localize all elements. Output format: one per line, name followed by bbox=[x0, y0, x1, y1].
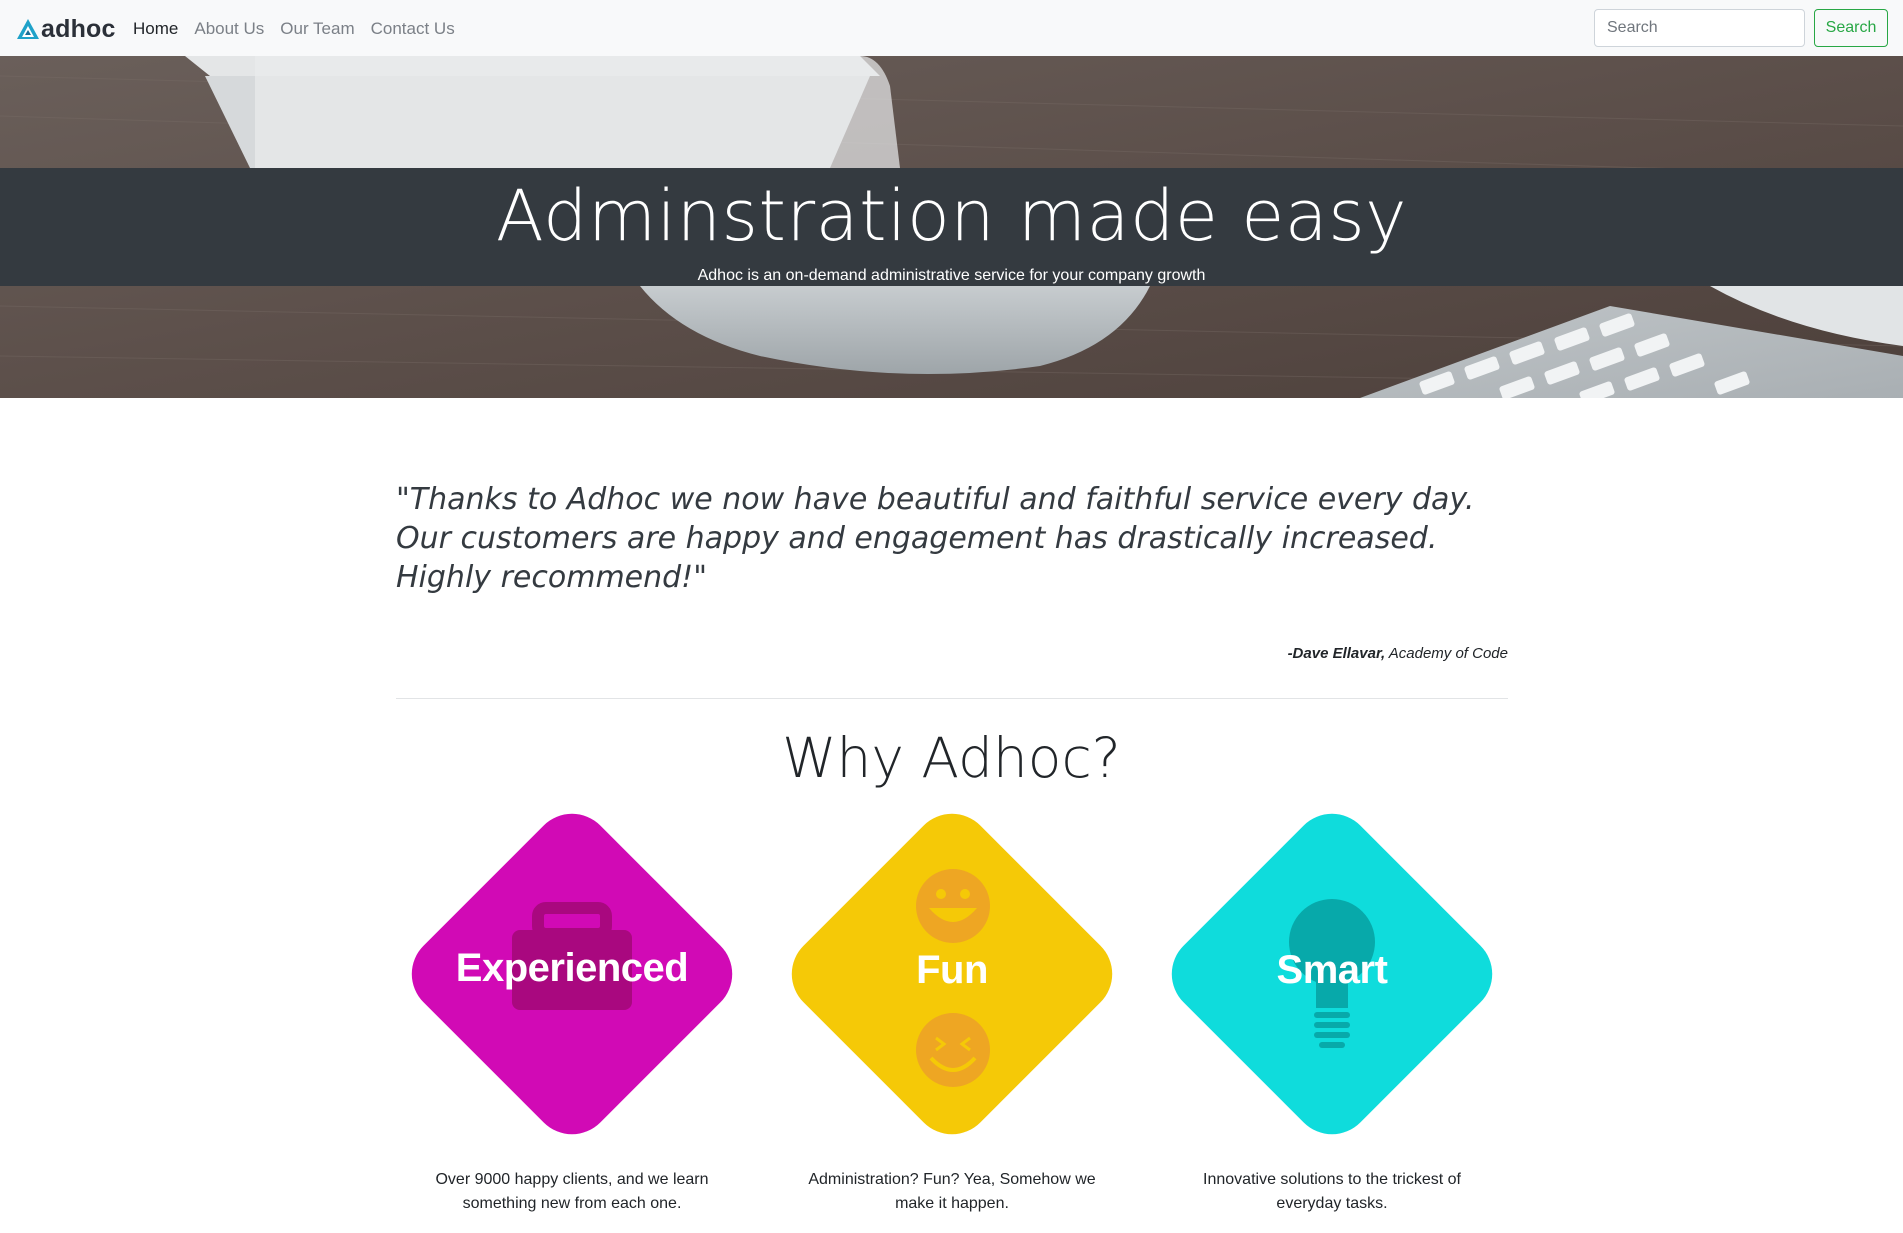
nav-link-our-team[interactable]: Our Team bbox=[272, 18, 362, 40]
feature-description-smart: Innovative solutions to the trickest of … bbox=[1203, 1171, 1461, 1212]
testimonial-author: -Dave Ellavar, bbox=[1287, 645, 1386, 662]
feature-card-smart: Smart bbox=[1155, 797, 1509, 1151]
testimonial-organization: Academy of Code bbox=[1388, 645, 1508, 662]
section-divider bbox=[396, 698, 1508, 699]
hero-subtitle: Adhoc is an on-demand administrative ser… bbox=[697, 267, 1206, 284]
why-section-title: Why Adhoc? bbox=[782, 726, 1121, 790]
nav-link-home[interactable]: Home bbox=[125, 18, 186, 40]
nav-link-about-us[interactable]: About Us bbox=[186, 18, 272, 40]
testimonial-attribution: -Dave Ellavar, Academy of Code bbox=[396, 644, 1508, 664]
hero-banner: Adminstration made easy Adhoc is an on-d… bbox=[0, 56, 1903, 398]
feature-card-fun: Fun bbox=[775, 797, 1129, 1151]
navbar: adhoc Home About Us Our Team Contact Us … bbox=[0, 0, 1903, 56]
nav-menu: Home About Us Our Team Contact Us bbox=[125, 18, 463, 40]
feature-description-fun: Administration? Fun? Yea, Somehow we mak… bbox=[808, 1171, 1096, 1212]
search-button[interactable]: Search bbox=[1814, 9, 1888, 47]
hero-title: Adminstration made easy bbox=[495, 175, 1408, 257]
feature-title: Experienced bbox=[455, 946, 689, 990]
logo-triangle-icon bbox=[17, 19, 39, 39]
brand-logo[interactable]: adhoc bbox=[16, 16, 116, 42]
feature-description-experienced: Over 9000 happy clients, and we learn so… bbox=[435, 1171, 709, 1212]
brand-name: adhoc bbox=[41, 15, 116, 43]
search-input[interactable] bbox=[1594, 9, 1805, 47]
testimonial-quote: "Thanks to Adhoc we now have beautiful a… bbox=[396, 482, 1475, 595]
nav-link-contact-us[interactable]: Contact Us bbox=[363, 18, 463, 40]
feature-title: Smart bbox=[1276, 948, 1388, 992]
feature-card-experienced: Experienced bbox=[395, 797, 749, 1151]
feature-title: Fun bbox=[916, 948, 988, 992]
